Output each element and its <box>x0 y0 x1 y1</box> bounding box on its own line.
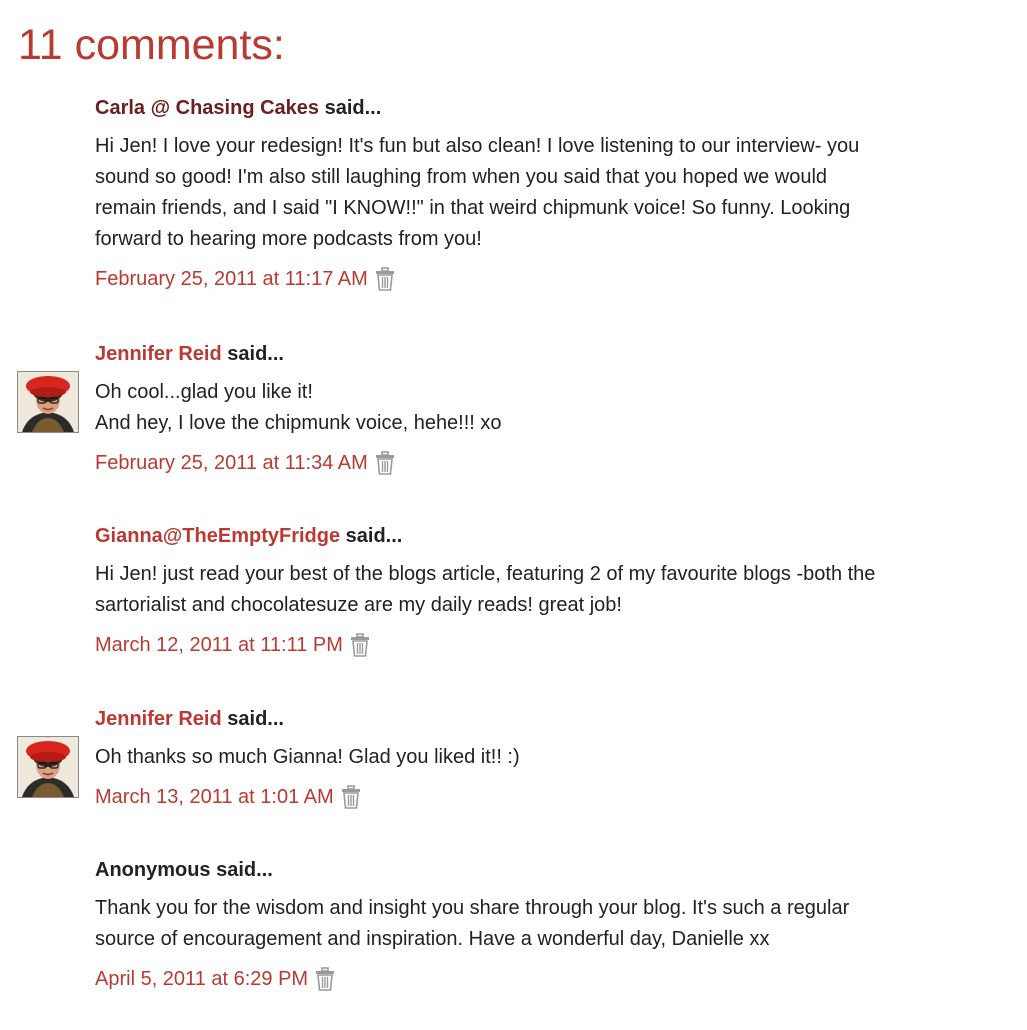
trash-icon[interactable] <box>374 267 396 291</box>
comment-author-link[interactable]: Carla @ Chasing Cakes <box>95 97 319 119</box>
comment-body: Oh thanks so much Gianna! Glad you liked… <box>95 742 995 773</box>
avatar[interactable] <box>17 371 79 433</box>
said-label: said... <box>227 343 284 365</box>
comment-timestamp-link[interactable]: February 25, 2011 at 11:34 AM <box>95 449 368 477</box>
comment-item: Gianna@TheEmptyFridge said... Hi Jen! ju… <box>95 523 995 659</box>
comments-heading: 11 comments: <box>18 21 285 69</box>
comment-body-line: And hey, I love the chipmunk voice, hehe… <box>95 412 502 434</box>
comment-meta: April 5, 2011 at 6:29 PM <box>95 965 995 993</box>
comment-body: Oh cool...glad you like it! And hey, I l… <box>95 377 995 439</box>
comment-author-link[interactable]: Gianna@TheEmptyFridge <box>95 525 340 547</box>
said-label: said... <box>345 525 403 547</box>
comment-item: Anonymous said... Thank you for the wisd… <box>95 857 995 993</box>
comment-timestamp-link[interactable]: April 5, 2011 at 6:29 PM <box>95 965 308 993</box>
comment-body: Hi Jen! just read your best of the blogs… <box>95 559 995 621</box>
comment-item: Jennifer Reid said... Oh thanks so much … <box>95 706 995 811</box>
said-label: said... <box>324 97 382 119</box>
comment-item: Jennifer Reid said... Oh cool...glad you… <box>95 341 995 477</box>
comment-meta: February 25, 2011 at 11:34 AM <box>95 449 995 477</box>
comment-author-line: Carla @ Chasing Cakes said... <box>95 95 995 121</box>
comment-author-line: Jennifer Reid said... <box>95 341 995 367</box>
said-label: said... <box>227 708 284 730</box>
comment-timestamp-link[interactable]: March 12, 2011 at 11:11 PM <box>95 631 343 659</box>
comment-author-name: Anonymous <box>95 859 211 881</box>
comment-body-line: Hi Jen! I love your redesign! It's fun b… <box>95 135 860 157</box>
comment-body-line: Oh thanks so much Gianna! Glad you liked… <box>95 746 520 768</box>
comment-author-link[interactable]: Jennifer Reid <box>95 708 222 730</box>
comment-body-line: sound so good! I'm also still laughing f… <box>95 166 828 188</box>
comment-item: Carla @ Chasing Cakes said... Hi Jen! I … <box>95 95 995 293</box>
comment-body-line: forward to hearing more podcasts from yo… <box>95 228 482 250</box>
trash-icon[interactable] <box>314 967 336 991</box>
comment-meta: March 12, 2011 at 11:11 PM <box>95 631 995 659</box>
comment-meta: March 13, 2011 at 1:01 AM <box>95 783 995 811</box>
comment-body-line: Thank you for the wisdom and insight you… <box>95 897 850 919</box>
trash-icon[interactable] <box>374 451 396 475</box>
said-label: said... <box>216 859 273 881</box>
avatar[interactable] <box>17 736 79 798</box>
comment-timestamp-link[interactable]: February 25, 2011 at 11:17 AM <box>95 265 368 293</box>
comment-timestamp-link[interactable]: March 13, 2011 at 1:01 AM <box>95 783 334 811</box>
trash-icon[interactable] <box>340 785 362 809</box>
comment-body-line: Oh cool...glad you like it! <box>95 381 313 403</box>
comment-author-line: Gianna@TheEmptyFridge said... <box>95 523 995 549</box>
comment-body-line: remain friends, and I said "I KNOW!!" in… <box>95 197 851 219</box>
comment-author-line: Jennifer Reid said... <box>95 706 995 732</box>
comment-body-line: sartorialist and chocolatesuze are my da… <box>95 594 622 616</box>
comment-body: Hi Jen! I love your redesign! It's fun b… <box>95 131 995 255</box>
comment-body: Thank you for the wisdom and insight you… <box>95 893 995 955</box>
comment-body-line: Hi Jen! just read your best of the blogs… <box>95 563 876 585</box>
trash-icon[interactable] <box>349 633 371 657</box>
comment-body-line: source of encouragement and inspiration.… <box>95 928 770 950</box>
comment-meta: February 25, 2011 at 11:17 AM <box>95 265 995 293</box>
comment-author-link[interactable]: Jennifer Reid <box>95 343 222 365</box>
comment-author-line: Anonymous said... <box>95 857 995 883</box>
